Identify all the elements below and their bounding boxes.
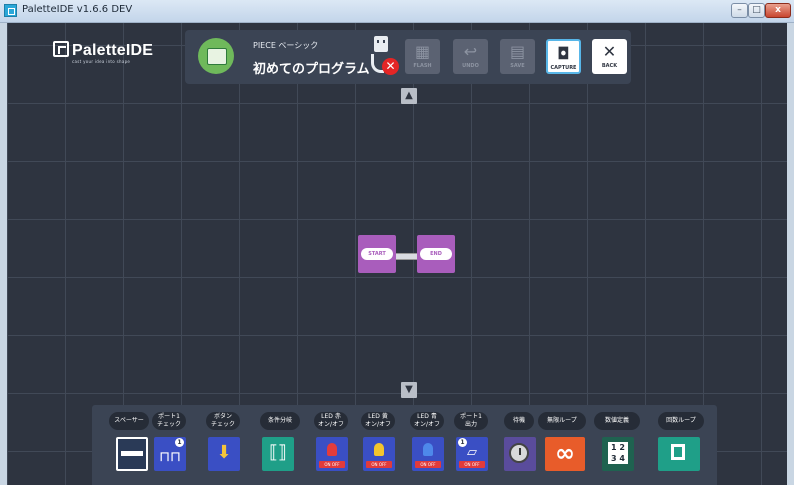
- on-off-label: ON OFF: [459, 461, 485, 468]
- port1-check-block[interactable]: ⊓⊓ 1: [154, 437, 186, 471]
- port-number-badge: 1: [175, 438, 184, 447]
- course-name: PIECE ベーシック: [253, 41, 319, 50]
- undo-label: UNDO: [462, 63, 479, 69]
- palette-label-button-check: ボタン チェック: [206, 412, 240, 430]
- start-node[interactable]: START: [358, 235, 396, 273]
- palette-label-branch: 条件分岐: [260, 412, 300, 430]
- top-toolbar: PIECE ベーシック 初めてのプログラム ✕ ▦ FLASH ↩ UNDO ▤…: [185, 30, 631, 84]
- logo-text: PaletteIDE: [72, 42, 154, 59]
- spacer-block[interactable]: [116, 437, 148, 471]
- branch-icon: ⟦⟧: [269, 442, 287, 463]
- pulse-wave-icon: ⊓⊓: [159, 449, 181, 465]
- back-label: BACK: [601, 63, 618, 69]
- output-board-icon: ▱: [467, 445, 477, 460]
- title-bar: PaletteIDE v1.6.6 DEV – □ x: [0, 0, 794, 23]
- maximize-button[interactable]: □: [748, 3, 765, 18]
- palette-label-port1-check: ポート1 チェック: [152, 412, 186, 430]
- palette-label-spacer: スペーサー: [109, 412, 149, 430]
- palette-label-wait: 待機: [504, 412, 534, 430]
- undo-button[interactable]: ↩ UNDO: [453, 39, 488, 74]
- palette-label-count-loop: 回数ループ: [658, 412, 704, 430]
- palette-label-number-define: 数値定義: [594, 412, 640, 430]
- minimize-button[interactable]: –: [731, 3, 748, 18]
- button-press-icon: ⬇: [216, 442, 232, 463]
- floppy-icon: ▤: [509, 42, 526, 61]
- button-check-block[interactable]: ⬇: [208, 437, 240, 471]
- end-node[interactable]: END: [417, 235, 455, 273]
- end-label: END: [420, 248, 452, 260]
- palette-label-port1-output: ポート1 出力: [454, 412, 488, 430]
- led-yellow-icon: [374, 443, 384, 456]
- led-red-icon: [327, 443, 337, 456]
- infinite-loop-block[interactable]: ∞: [545, 437, 585, 471]
- led-red-block[interactable]: ON OFF: [316, 437, 348, 471]
- close-button[interactable]: x: [765, 3, 791, 18]
- capture-label: CAPTURE: [550, 65, 577, 71]
- count-loop-block[interactable]: [658, 437, 700, 471]
- flash-button[interactable]: ▦ FLASH: [405, 39, 440, 74]
- palette-label-led-blue: LED 青 オン/オフ: [410, 412, 444, 430]
- start-label: START: [361, 248, 393, 260]
- wait-block[interactable]: [504, 437, 536, 471]
- palette-label-led-red: LED 赤 オン/オフ: [314, 412, 348, 430]
- window-title: PaletteIDE v1.6.6 DEV: [22, 4, 133, 15]
- capture-button[interactable]: ◘ CAPTURE: [546, 39, 581, 74]
- app-logo: PaletteIDE cast your idea into shape: [53, 40, 153, 64]
- camera-icon: ◘: [557, 44, 570, 63]
- palette-label-infinite-loop: 無限ループ: [538, 412, 586, 430]
- clock-icon: [509, 443, 529, 463]
- number-grid-icon: 1 2 3 4: [608, 442, 628, 464]
- palette-label-led-yellow: LED 黄 オン/オフ: [361, 412, 395, 430]
- led-blue-icon: [423, 443, 433, 456]
- led-yellow-block[interactable]: ON OFF: [363, 437, 395, 471]
- close-circle-icon: ✕: [602, 42, 617, 61]
- on-off-label: ON OFF: [366, 461, 392, 468]
- logo-tagline: cast your idea into shape: [72, 59, 131, 64]
- flash-label: FLASH: [413, 63, 432, 69]
- save-button[interactable]: ▤ SAVE: [500, 39, 535, 74]
- usb-disconnected-icon: ✕: [369, 36, 399, 76]
- app-icon: [4, 4, 17, 17]
- branch-block[interactable]: ⟦⟧: [262, 437, 294, 471]
- save-label: SAVE: [510, 63, 525, 69]
- program-board-icon: [198, 38, 234, 74]
- scroll-up-button[interactable]: ▲: [401, 88, 417, 104]
- led-blue-block[interactable]: ON OFF: [412, 437, 444, 471]
- count-loop-icon: [671, 444, 685, 460]
- number-define-block[interactable]: 1 2 3 4: [602, 437, 634, 471]
- program-name: 初めてのプログラム: [253, 62, 370, 77]
- scroll-down-button[interactable]: ▼: [401, 382, 417, 398]
- block-palette: スペーサー ポート1 チェック ボタン チェック 条件分岐 LED 赤 オン/オ…: [92, 405, 717, 485]
- logo-mark-icon: [53, 41, 69, 57]
- port1-output-block[interactable]: 1 ▱ ON OFF: [456, 437, 488, 471]
- on-off-label: ON OFF: [319, 461, 345, 468]
- on-off-label: ON OFF: [415, 461, 441, 468]
- chip-icon: ▦: [414, 42, 431, 61]
- infinity-icon: ∞: [555, 439, 575, 467]
- undo-icon: ↩: [463, 42, 478, 61]
- back-button[interactable]: ✕ BACK: [592, 39, 627, 74]
